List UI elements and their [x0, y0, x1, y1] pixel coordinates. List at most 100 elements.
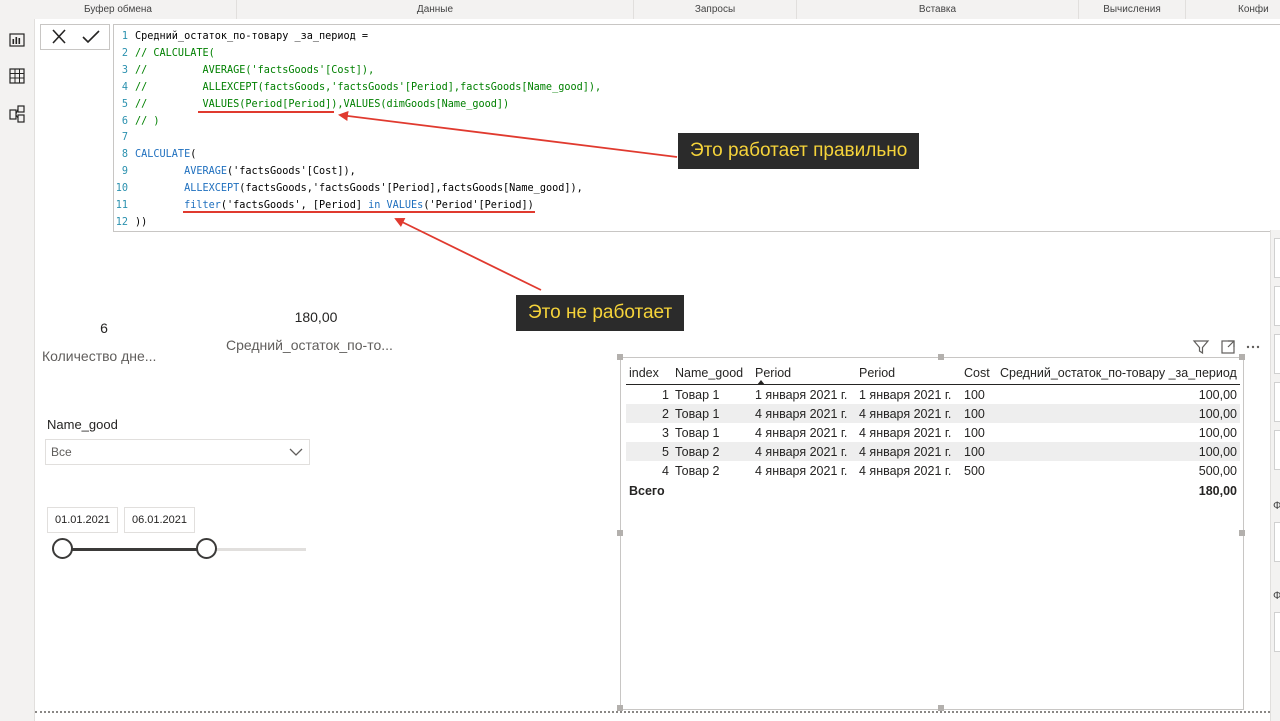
- table-cell: 100,00: [997, 404, 1240, 423]
- date-end-input[interactable]: 06.01.2021: [124, 507, 195, 533]
- pane-tile[interactable]: [1274, 430, 1280, 470]
- column-header-name-good[interactable]: Name_good: [672, 362, 752, 385]
- ribbon-group-calculations: Вычисления: [1103, 4, 1161, 15]
- model-view-icon[interactable]: [6, 103, 28, 125]
- line-number: 12: [115, 216, 128, 228]
- table-cell: 3: [662, 425, 669, 440]
- ribbon-group-insert: Вставка: [918, 4, 957, 15]
- table-row[interactable]: 1 Товар 1 1 января 2021 г. 1 января 2021 г.…: [626, 385, 1240, 405]
- table-cell: 100: [961, 442, 997, 461]
- code-token: (factsGoods,'factsGoods'[Period],factsGo…: [239, 183, 583, 195]
- date-slider-range: [62, 548, 206, 551]
- focus-mode-icon[interactable]: [1219, 338, 1237, 356]
- resize-handle[interactable]: [617, 354, 623, 360]
- card-avg-value: 180,00: [294, 309, 338, 325]
- dax-code: 1 Средний_остаток_по-товару _за_период = 2…: [114, 29, 601, 232]
- date-slider-end-handle[interactable]: [196, 538, 217, 559]
- table-row[interactable]: 3 Товар 1 4 января 2021 г. 4 января 2021 г.…: [626, 423, 1240, 442]
- filter-icon[interactable]: [1192, 338, 1210, 356]
- table-header-row: index Name_good Period Period Cost Средн…: [626, 362, 1240, 385]
- line-number: 6: [121, 115, 128, 127]
- pane-tile[interactable]: [1274, 612, 1280, 652]
- resize-handle[interactable]: [1239, 530, 1245, 536]
- report-view-icon[interactable]: [6, 29, 28, 51]
- line-number: 7: [121, 132, 128, 144]
- card-days-label: Количество дне...: [42, 348, 157, 364]
- ribbon-group-clipboard: Буфер обмена: [84, 4, 152, 15]
- column-header-period-2[interactable]: Period: [856, 362, 961, 385]
- total-label: Всего: [629, 483, 665, 498]
- line-number: 2: [121, 47, 128, 59]
- table-cell: 100,00: [1198, 425, 1237, 440]
- ribbon-group-queries: Запросы: [694, 4, 736, 15]
- code-token: Средний_остаток_по-товару _за_период =: [135, 31, 369, 42]
- table-cell: 4 января 2021 г.: [859, 463, 952, 478]
- table-cell: 4 января 2021 г.: [755, 463, 848, 478]
- line-number: 10: [115, 183, 128, 195]
- more-options-icon[interactable]: [1244, 338, 1262, 356]
- column-header-period[interactable]: Period: [752, 362, 856, 385]
- column-header-index[interactable]: index: [626, 362, 672, 385]
- table-cell: 100: [964, 425, 985, 440]
- line-number: 4: [121, 81, 128, 93]
- column-header-cost[interactable]: Cost: [961, 362, 997, 385]
- chevron-down-icon: [289, 448, 303, 456]
- close-icon: [52, 29, 66, 44]
- pane-tile[interactable]: [1274, 286, 1280, 326]
- callout-works-correctly: Это работает правильно: [678, 133, 920, 169]
- code-line: 9 AVERAGE('factsGoods'[Cost]),: [114, 164, 601, 181]
- line-number: 9: [121, 166, 128, 178]
- resize-handle[interactable]: [938, 354, 944, 360]
- line-number: 11: [115, 200, 128, 212]
- table-cell: 100: [964, 387, 985, 402]
- code-token: // ): [135, 115, 160, 127]
- table-cell: Товар 2: [672, 442, 752, 461]
- dax-formula-editor[interactable]: 1 Средний_остаток_по-товару _за_период = 2…: [113, 24, 1280, 232]
- code-token: ('factsGoods', [Period]: [220, 200, 369, 212]
- pane-tile[interactable]: [1274, 522, 1280, 562]
- checkmark-icon: [82, 30, 100, 44]
- code-line: 4 // ALLEXCEPT(factsGoods,'factsGoods'[Pe…: [114, 80, 601, 97]
- table-row[interactable]: 2 Товар 14 января 2021 г. 4 января 2021 г.…: [626, 404, 1240, 423]
- pane-letter: Ф: [1273, 590, 1280, 602]
- name-good-dropdown[interactable]: Все: [45, 439, 310, 465]
- commit-formula-button[interactable]: [77, 27, 105, 47]
- cancel-formula-button[interactable]: [45, 27, 73, 47]
- formula-bar-buttons: [40, 24, 110, 50]
- code-token: AVERAGE: [184, 166, 228, 178]
- table-row[interactable]: 4 Товар 2 4 января 2021 г. 4 января 2021 г.…: [626, 461, 1240, 480]
- code-token: ('Period'[Period]): [423, 200, 534, 212]
- table-cell: 1 января 2021 г.: [859, 387, 952, 402]
- code-token: ('factsGoods'[Cost]),: [227, 166, 356, 178]
- column-header-average-balance[interactable]: Средний_остаток_по-товару _за_период: [997, 362, 1240, 385]
- data-view-icon[interactable]: [6, 65, 28, 87]
- code-line: 12)): [114, 215, 601, 232]
- table-cell: [672, 480, 752, 501]
- ribbon-group-confidentiality: Конфи: [1238, 4, 1269, 15]
- sort-ascending-icon: [757, 380, 765, 385]
- table-cell: 5: [626, 442, 672, 461]
- code-token: // ALLEXCEPT(factsGoods,'factsGoods'[Per…: [135, 81, 602, 93]
- pane-tile[interactable]: [1274, 238, 1280, 278]
- date-start-input[interactable]: 01.01.2021: [47, 507, 118, 533]
- table-cell: 4 января 2021 г.: [755, 425, 848, 440]
- code-token: // CALCULATE(: [135, 47, 215, 59]
- pane-tile[interactable]: [1274, 334, 1280, 374]
- table-cell: 100: [961, 404, 997, 423]
- code-line: 1 Средний_остаток_по-товару _за_период =: [114, 29, 601, 46]
- resize-handle[interactable]: [617, 530, 623, 536]
- pane-tile[interactable]: [1274, 382, 1280, 422]
- date-slider-start-handle[interactable]: [52, 538, 73, 559]
- table-row[interactable]: 5 Товар 24 января 2021 г. 4 января 2021 г.…: [626, 442, 1240, 461]
- code-token: filter: [184, 200, 221, 212]
- table-cell: Товар 1: [672, 404, 752, 423]
- card-days-value: 6: [100, 320, 108, 336]
- table-cell: 500: [964, 463, 985, 478]
- table-cell: [752, 480, 856, 501]
- table-cell: 1: [662, 387, 669, 402]
- data-table: index Name_good Period Period Cost Средн…: [626, 362, 1240, 501]
- table-cell: 4 января 2021 г.: [859, 425, 952, 440]
- line-number: 3: [121, 64, 128, 76]
- total-value: 180,00: [1198, 483, 1237, 498]
